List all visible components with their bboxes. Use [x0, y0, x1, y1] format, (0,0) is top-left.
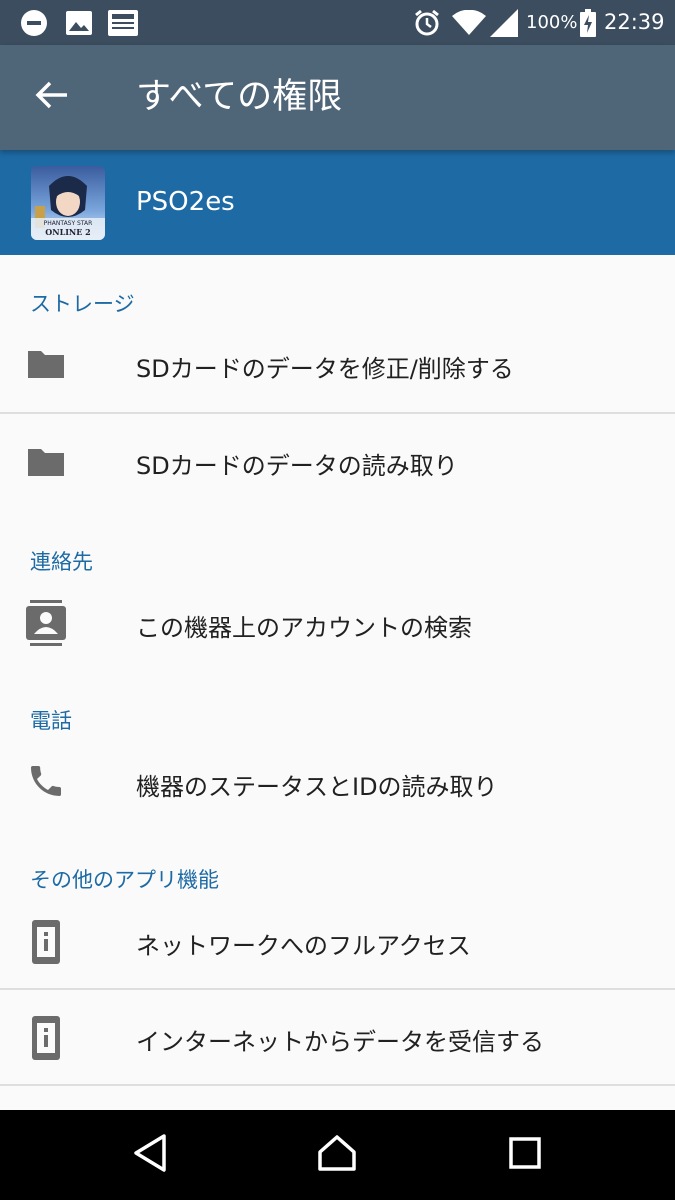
back-triangle-icon	[132, 1133, 168, 1177]
permission-item[interactable]: この機器上のアカウントの検索	[0, 576, 675, 670]
arrow-back-icon	[35, 80, 69, 114]
nav-home-button[interactable]	[287, 1110, 387, 1200]
permission-label: この機器上のアカウントの検索	[136, 614, 472, 642]
battery-charging-icon	[580, 0, 596, 45]
permission-label: SDカードのデータを修正/削除する	[136, 355, 514, 383]
section-header-storage: ストレージ	[30, 292, 135, 316]
news-icon	[108, 0, 138, 45]
status-bar: 100% 22:39	[0, 0, 675, 45]
back-button[interactable]	[22, 67, 82, 127]
home-circle-icon	[317, 1133, 357, 1177]
phone-icon	[26, 761, 66, 801]
app-bar: すべての権限	[0, 45, 675, 150]
contacts-icon	[26, 600, 66, 646]
permission-item[interactable]: インターネットからデータを受信する	[0, 990, 675, 1084]
app-icon: PHANTASY STAR ONLINE 2	[31, 166, 105, 240]
folder-icon	[26, 344, 66, 384]
app-name: PSO2es	[136, 187, 235, 217]
battery-percent: 100%	[526, 12, 578, 33]
section-header-other: その他のアプリ機能	[30, 868, 219, 892]
app-header: PHANTASY STAR ONLINE 2 PSO2es	[0, 150, 675, 255]
permission-label: SDカードのデータの読み取り	[136, 452, 458, 480]
nav-recents-button[interactable]	[475, 1110, 575, 1200]
signal-icon	[490, 0, 518, 45]
wifi-icon	[452, 0, 486, 45]
app-icon-caption-2: ONLINE 2	[45, 227, 90, 237]
folder-icon	[26, 442, 66, 482]
navigation-bar	[0, 1110, 675, 1200]
device-info-icon	[30, 920, 62, 964]
permission-label: ネットワークへのフルアクセス	[136, 932, 471, 960]
permission-item[interactable]: SDカードのデータの読み取り	[0, 414, 675, 508]
permission-item[interactable]: SDカードのデータを修正/削除する	[0, 318, 675, 412]
alarm-icon	[413, 0, 441, 45]
recents-square-icon	[508, 1136, 542, 1174]
minus-circle-icon	[20, 0, 48, 45]
permission-label: インターネットからデータを受信する	[136, 1028, 544, 1056]
nav-back-button[interactable]	[100, 1110, 200, 1200]
permission-label: 機器のステータスとIDの読み取り	[136, 773, 498, 801]
page-title: すべての権限	[136, 77, 343, 117]
divider	[0, 1084, 675, 1086]
device-info-icon	[30, 1016, 62, 1060]
permission-item[interactable]: 機器のステータスとIDの読み取り	[0, 735, 675, 829]
section-header-phone: 電話	[30, 709, 72, 733]
clock: 22:39	[604, 10, 665, 34]
app-icon-caption-1: PHANTASY STAR	[44, 220, 93, 227]
permission-item[interactable]: ネットワークへのフルアクセス	[0, 894, 675, 988]
section-header-contacts: 連絡先	[30, 550, 93, 574]
image-icon	[66, 0, 92, 45]
